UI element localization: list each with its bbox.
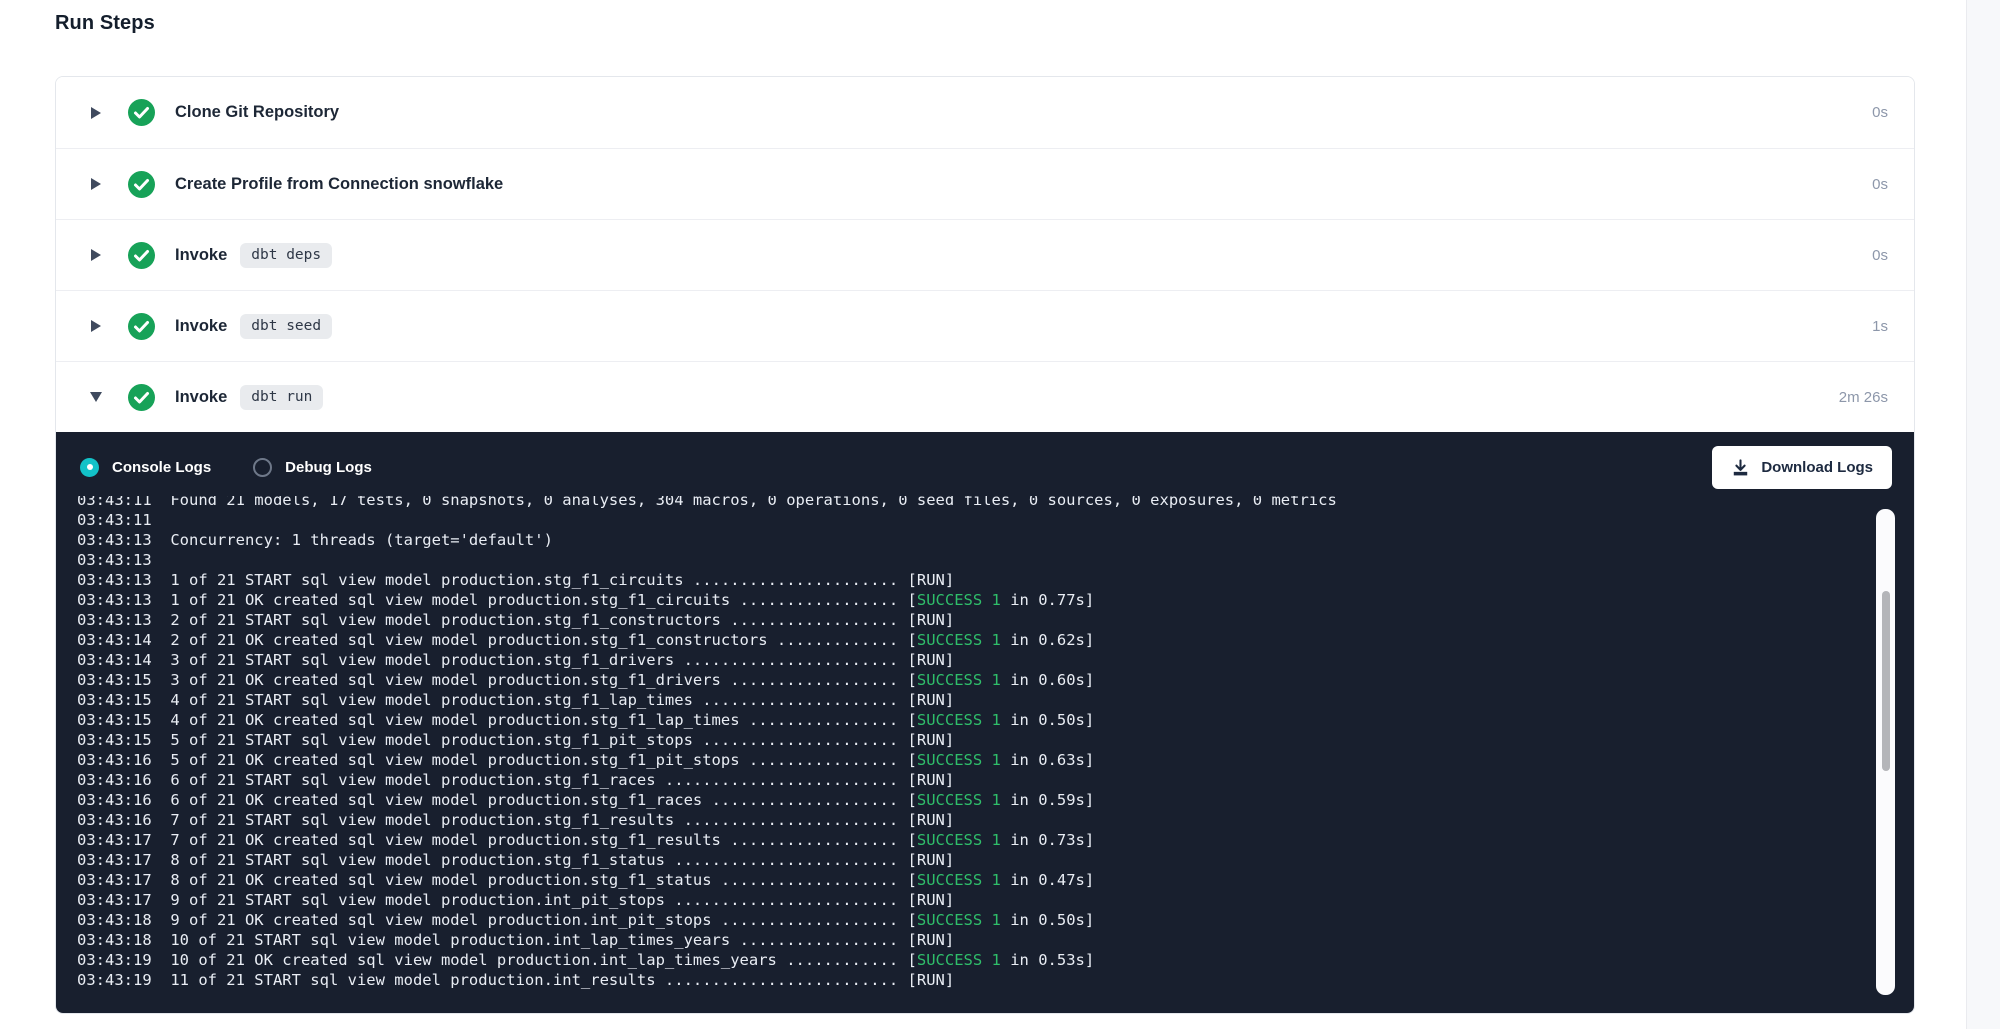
step-row-create-profile[interactable]: Create Profile from Connection snowflake… <box>56 148 1914 219</box>
step-row-invoke-dbt-run[interactable]: Invoke dbt run 2m 26s <box>56 361 1914 432</box>
expand-caret-icon[interactable] <box>88 178 104 190</box>
log-line: 03:43:19 11 of 21 START sql view model p… <box>77 970 1854 990</box>
run-steps-page: Run Steps Clone Git Repository 0s Create… <box>0 0 2000 1029</box>
run-steps-card: Clone Git Repository 0s Create Profile f… <box>55 76 1915 1014</box>
download-logs-label: Download Logs <box>1761 459 1873 476</box>
log-line: 03:43:13 Concurrency: 1 threads (target=… <box>77 530 1854 550</box>
console-logs-radio[interactable]: Console Logs <box>80 458 211 477</box>
debug-logs-label: Debug Logs <box>285 459 372 476</box>
radio-unselected-icon[interactable] <box>253 458 272 477</box>
page-title: Run Steps <box>55 12 155 35</box>
logs-panel: Console Logs Debug Logs Download Logs 03 <box>56 432 1914 1014</box>
step-label: Invoke <box>175 246 227 265</box>
debug-logs-radio[interactable]: Debug Logs <box>253 458 372 477</box>
log-line: 03:43:11 Found 21 models, 17 tests, 0 sn… <box>77 496 1854 510</box>
log-line: 03:43:15 5 of 21 START sql view model pr… <box>77 730 1854 750</box>
step-label: Clone Git Repository <box>175 103 339 122</box>
expand-caret-icon[interactable] <box>88 320 104 332</box>
log-line: 03:43:15 4 of 21 START sql view model pr… <box>77 690 1854 710</box>
log-line: 03:43:11 <box>77 510 1854 530</box>
log-line: 03:43:16 6 of 21 START sql view model pr… <box>77 770 1854 790</box>
step-code-badge: dbt deps <box>240 243 332 268</box>
log-scrollbar-thumb[interactable] <box>1882 591 1890 771</box>
logs-panel-header: Console Logs Debug Logs Download Logs <box>56 432 1914 496</box>
success-check-icon <box>128 242 155 269</box>
log-line: 03:43:16 6 of 21 OK created sql view mod… <box>77 790 1854 810</box>
log-lines: 03:43:11 Found 21 models, 17 tests, 0 sn… <box>77 496 1854 990</box>
log-line: 03:43:13 1 of 21 OK created sql view mod… <box>77 590 1854 610</box>
step-code-badge: dbt seed <box>240 314 332 339</box>
log-line: 03:43:16 5 of 21 OK created sql view mod… <box>77 750 1854 770</box>
log-viewport[interactable]: 03:43:11 Found 21 models, 17 tests, 0 sn… <box>56 496 1854 1014</box>
download-logs-button[interactable]: Download Logs <box>1712 446 1892 489</box>
collapse-caret-icon[interactable] <box>88 392 104 402</box>
log-line: 03:43:14 2 of 21 OK created sql view mod… <box>77 630 1854 650</box>
log-line: 03:43:16 7 of 21 START sql view model pr… <box>77 810 1854 830</box>
download-icon <box>1731 458 1750 477</box>
step-label: Invoke <box>175 388 227 407</box>
log-line: 03:43:17 8 of 21 OK created sql view mod… <box>77 870 1854 890</box>
log-line: 03:43:18 9 of 21 OK created sql view mod… <box>77 910 1854 930</box>
step-duration: 0s <box>1872 176 1888 193</box>
expand-caret-icon[interactable] <box>88 107 104 119</box>
log-line: 03:43:18 10 of 21 START sql view model p… <box>77 930 1854 950</box>
success-check-icon <box>128 384 155 411</box>
step-duration: 1s <box>1872 318 1888 335</box>
step-row-invoke-dbt-deps[interactable]: Invoke dbt deps 0s <box>56 219 1914 290</box>
log-line: 03:43:19 10 of 21 OK created sql view mo… <box>77 950 1854 970</box>
log-line: 03:43:13 2 of 21 START sql view model pr… <box>77 610 1854 630</box>
step-duration: 0s <box>1872 247 1888 264</box>
success-check-icon <box>128 99 155 126</box>
step-row-invoke-dbt-seed[interactable]: Invoke dbt seed 1s <box>56 290 1914 361</box>
radio-selected-icon[interactable] <box>80 458 99 477</box>
page-right-gutter <box>1966 0 2000 1029</box>
success-check-icon <box>128 171 155 198</box>
step-label: Create Profile from Connection snowflake <box>175 175 503 194</box>
log-line: 03:43:13 <box>77 550 1854 570</box>
log-line: 03:43:17 9 of 21 START sql view model pr… <box>77 890 1854 910</box>
success-check-icon <box>128 313 155 340</box>
log-line: 03:43:17 7 of 21 OK created sql view mod… <box>77 830 1854 850</box>
log-line: 03:43:14 3 of 21 START sql view model pr… <box>77 650 1854 670</box>
log-line: 03:43:17 8 of 21 START sql view model pr… <box>77 850 1854 870</box>
step-label: Invoke <box>175 317 227 336</box>
log-scrollbar[interactable] <box>1876 509 1895 995</box>
log-line: 03:43:15 4 of 21 OK created sql view mod… <box>77 710 1854 730</box>
console-logs-label: Console Logs <box>112 459 211 476</box>
log-line: 03:43:15 3 of 21 OK created sql view mod… <box>77 670 1854 690</box>
step-code-badge: dbt run <box>240 385 323 410</box>
step-duration: 2m 26s <box>1839 389 1888 406</box>
step-row-clone-git-repository[interactable]: Clone Git Repository 0s <box>56 77 1914 148</box>
step-duration: 0s <box>1872 104 1888 121</box>
log-line: 03:43:13 1 of 21 START sql view model pr… <box>77 570 1854 590</box>
expand-caret-icon[interactable] <box>88 249 104 261</box>
